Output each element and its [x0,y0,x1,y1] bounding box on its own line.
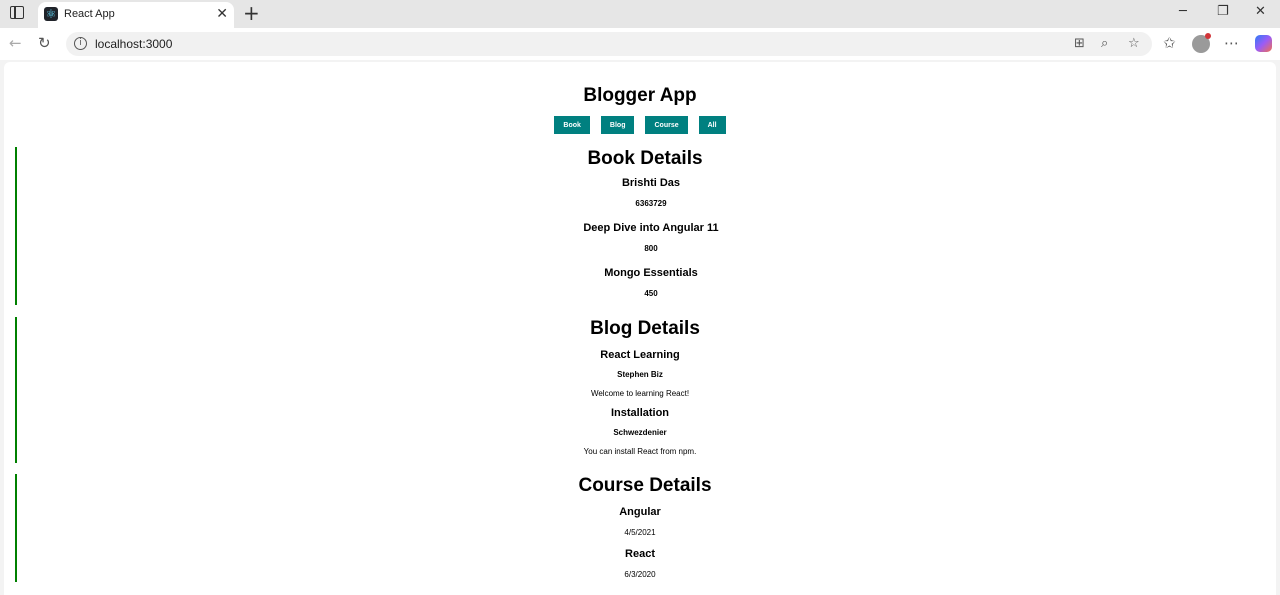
book-price: 450 [644,289,658,298]
blog-heading: Blog Details [590,318,700,339]
book-price: 6363729 [635,199,667,208]
refresh-icon[interactable]: ↻ [38,34,51,52]
nav-buttons: Book Blog Course All [4,116,1276,134]
tab-strip: ⚛ React App ✕ + ─ ❐ ✕ [0,0,1280,28]
app-title: Blogger App [583,85,697,106]
blog-button[interactable]: Blog [600,116,635,134]
book-title: Mongo Essentials [604,267,698,279]
close-window-icon[interactable]: ✕ [1255,4,1266,20]
restore-icon[interactable]: ❐ [1217,4,1229,20]
minimize-icon[interactable]: ─ [1179,4,1187,20]
notification-dot [1205,33,1211,39]
zoom-icon[interactable]: ⌕ [1101,36,1108,52]
course-button[interactable]: Course [645,116,688,134]
blog-title: React Learning [600,349,680,361]
course-date: 6/3/2020 [624,570,656,579]
blogger-app: Blogger App Book Blog Course All Book De… [4,84,1276,582]
favorites-icon[interactable]: ✩ [1163,34,1176,52]
blog-content: Welcome to learning React! [590,389,690,398]
browser-toolbar: ← ↻ i localhost:3000 ⊞ ⌕ ☆ ✩ ⋯ [0,28,1280,60]
blog-author: Schwezdenier [613,428,667,437]
favorite-star-icon[interactable]: ☆ [1128,36,1140,52]
blog-author: Stephen Biz [617,370,663,379]
section-divider [15,474,17,582]
site-info-icon[interactable]: i [74,37,87,50]
book-section: Book Details Brishti Das 6363729 Deep Di… [4,147,1276,305]
page-viewport: Blogger App Book Blog Course All Book De… [4,62,1276,595]
section-divider [15,317,17,463]
blog-section: Blog Details React Learning Stephen Biz … [4,317,1276,463]
more-menu-icon[interactable]: ⋯ [1224,34,1239,52]
new-tab-icon[interactable]: + [243,2,260,24]
course-date: 4/5/2021 [624,528,656,537]
all-button[interactable]: All [698,116,726,134]
book-button[interactable]: Book [554,116,590,134]
course-name: React [625,548,655,560]
tab-active[interactable]: ⚛ React App ✕ [38,2,234,28]
react-logo-icon: ⚛ [44,7,58,21]
tab-actions-icon[interactable] [10,6,24,19]
blog-title: Installation [610,407,670,419]
course-section: Course Details Angular 4/5/2021 React 6/… [4,474,1276,582]
blog-content: You can install React from npm. [583,447,697,456]
url-text[interactable]: localhost:3000 [95,37,172,51]
section-divider [15,147,17,305]
close-tab-icon[interactable]: ✕ [216,6,228,22]
book-price: 800 [644,244,658,253]
back-icon[interactable]: ← [9,34,22,52]
copilot-icon[interactable] [1255,35,1272,52]
tab-title: React App [64,8,115,20]
address-bar[interactable]: i localhost:3000 ⊞ ⌕ ☆ [66,32,1152,56]
app-available-icon[interactable]: ⊞ [1074,36,1085,52]
course-name: Angular [619,506,661,518]
book-title: Deep Dive into Angular 11 [583,222,719,234]
course-heading: Course Details [578,475,712,496]
book-heading: Book Details [587,148,703,169]
book-title: Brishti Das [621,177,681,189]
